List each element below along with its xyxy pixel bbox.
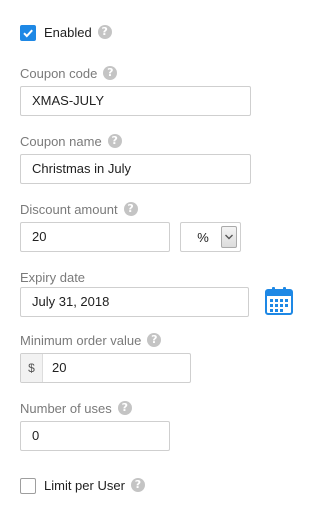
discount-amount-help-icon[interactable]: ? (123, 202, 138, 216)
coupon-code-input[interactable]: XMAS-JULY (20, 86, 251, 116)
enabled-row[interactable]: Enabled ? (20, 24, 112, 42)
limit-per-user-label: Limit per User (44, 478, 125, 493)
currency-prefix: $ (21, 354, 43, 382)
number-of-uses-help-icon[interactable]: ? (117, 401, 132, 415)
limit-per-user-row[interactable]: Limit per User ? (20, 477, 145, 495)
minimum-order-label-row: Minimum order value ? (20, 333, 162, 349)
coupon-code-help-icon[interactable]: ? (103, 66, 118, 80)
enabled-help-icon[interactable]: ? (97, 25, 112, 39)
limit-per-user-checkbox[interactable] (20, 478, 36, 494)
coupon-code-label-row: Coupon code ? (20, 66, 118, 82)
minimum-order-input[interactable]: $ 20 (20, 353, 191, 383)
minimum-order-help-icon[interactable]: ? (147, 333, 162, 347)
number-of-uses-label: Number of uses (20, 401, 112, 416)
expiry-date-input[interactable]: July 31, 2018 (20, 287, 249, 317)
discount-amount-input[interactable]: 20 (20, 222, 170, 252)
enabled-checkbox[interactable] (20, 25, 36, 41)
chevron-down-icon[interactable] (221, 226, 237, 248)
discount-amount-label: Discount amount (20, 202, 118, 217)
discount-type-value: % (197, 229, 209, 245)
number-of-uses-input[interactable]: 0 (20, 421, 170, 451)
discount-amount-label-row: Discount amount ? (20, 202, 138, 218)
coupon-name-label: Coupon name (20, 134, 102, 149)
discount-type-select[interactable]: % (180, 222, 241, 252)
enabled-label: Enabled (44, 25, 92, 40)
coupon-code-label: Coupon code (20, 66, 98, 81)
minimum-order-value: 20 (52, 360, 67, 375)
minimum-order-label: Minimum order value (20, 333, 142, 348)
coupon-name-label-row: Coupon name ? (20, 134, 122, 150)
coupon-name-input[interactable]: Christmas in July (20, 154, 251, 184)
expiry-date-label: Expiry date (20, 270, 86, 285)
limit-per-user-help-icon[interactable]: ? (130, 478, 145, 492)
number-of-uses-label-row: Number of uses ? (20, 401, 132, 417)
calendar-icon[interactable] (264, 286, 294, 316)
checkmark-icon (23, 29, 33, 38)
expiry-date-label-row: Expiry date (20, 270, 85, 286)
coupon-name-help-icon[interactable]: ? (107, 134, 122, 148)
